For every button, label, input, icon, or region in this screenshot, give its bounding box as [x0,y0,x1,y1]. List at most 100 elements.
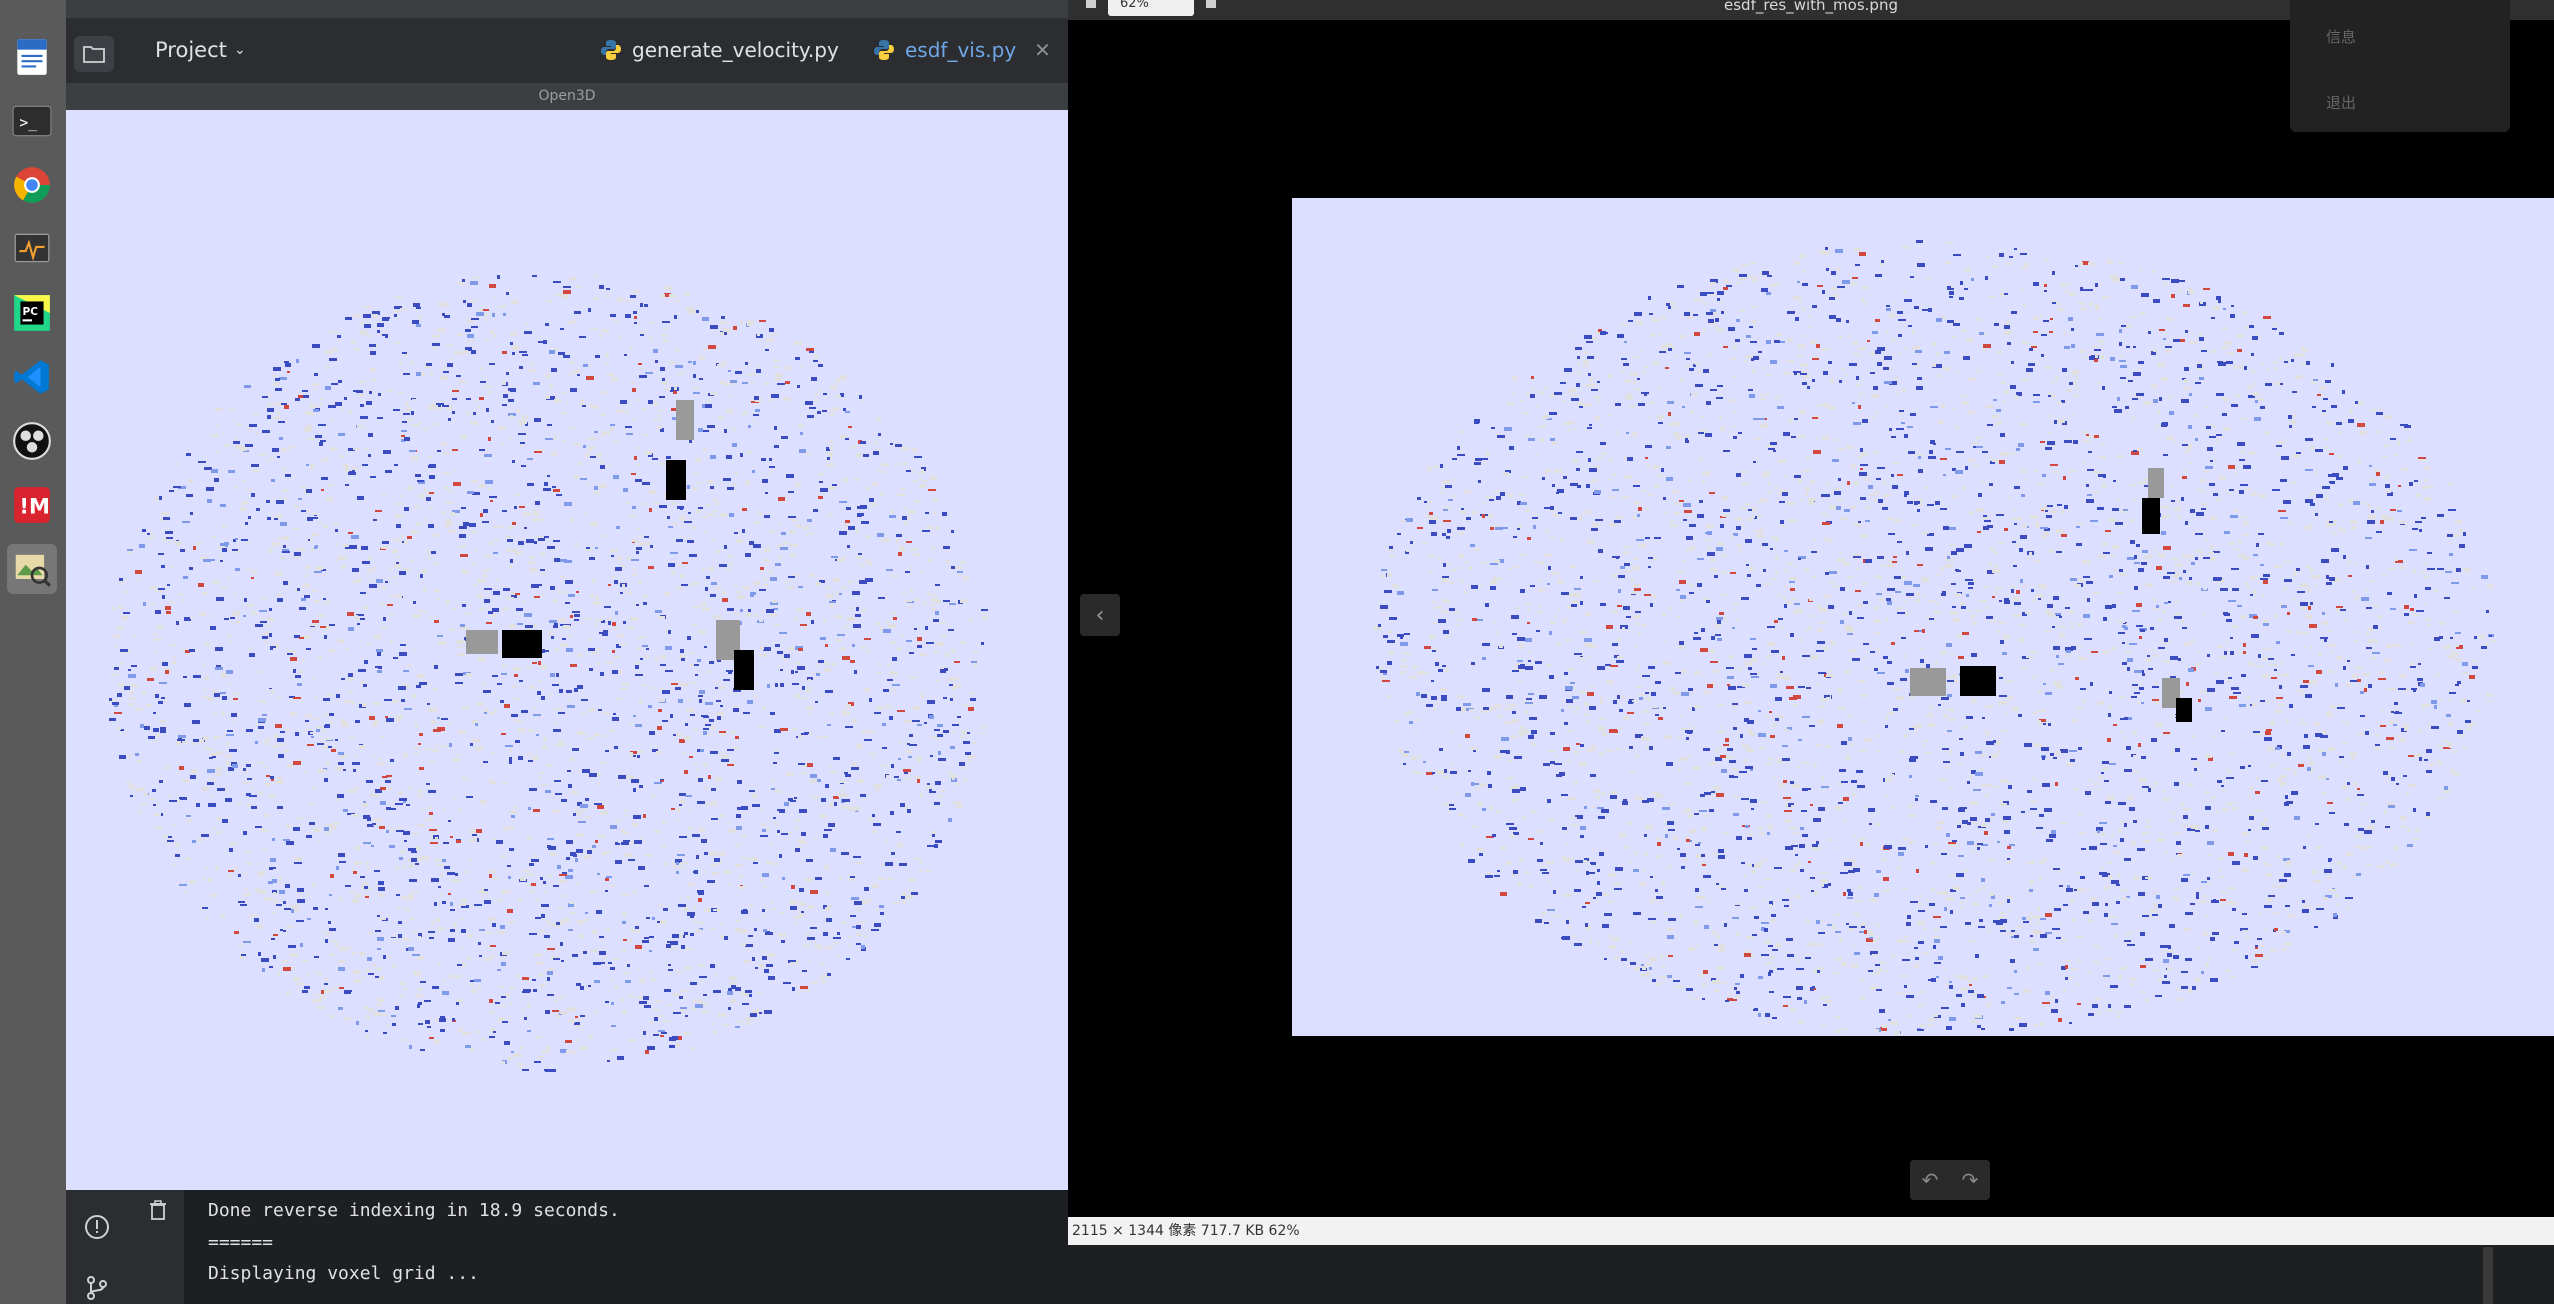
voxel [710,1023,715,1025]
voxel [2210,557,2215,561]
voxel [608,621,611,625]
chevron-down-icon[interactable]: ⌄ [234,42,246,58]
voxel [407,418,413,421]
voxel [531,859,539,862]
mendeley-icon[interactable]: !M [7,480,57,530]
voxel [497,683,502,685]
voxel [501,996,506,998]
voxel [927,783,930,785]
obs-icon[interactable] [7,416,57,466]
git-branch-icon[interactable] [84,1274,110,1300]
voxel [501,1061,505,1064]
voxel [345,648,349,650]
voxel [679,996,683,999]
voxel [709,719,714,722]
chrome-icon[interactable] [7,160,57,210]
voxel [517,728,525,732]
voxel [191,769,198,773]
voxel [394,582,397,585]
voxel [2038,598,2041,600]
system-monitor-icon[interactable] [7,224,57,274]
voxel [433,562,439,565]
voxel [642,940,649,943]
voxel [800,697,808,699]
voxel [367,957,372,961]
voxel [1835,488,1840,490]
image-viewer-icon[interactable] [7,544,57,594]
voxel [1599,752,1604,756]
project-view-button[interactable] [74,36,114,72]
voxel [827,724,831,726]
voxel [442,901,446,904]
voxel [332,822,339,825]
open3d-voxel-canvas[interactable] [66,110,1068,1190]
voxel [721,733,725,736]
voxel [1624,845,1628,849]
voxel [658,709,662,712]
voxel [207,769,215,773]
vscode-icon[interactable] [7,352,57,402]
voxel [374,870,380,872]
voxel [1732,705,1737,707]
voxel [1740,734,1743,738]
trash-icon[interactable] [146,1198,170,1222]
voxel [488,437,491,441]
voxel [387,604,393,606]
voxel [395,803,403,805]
voxel [489,391,492,394]
voxel [530,890,535,893]
voxel [711,539,715,542]
voxel [1908,325,1912,327]
pycharm-icon[interactable]: PC [7,288,57,338]
close-icon[interactable]: ✕ [1034,38,1051,62]
voxel [503,588,510,591]
voxel [726,455,732,459]
voxel [592,579,596,583]
menu-item-quit[interactable]: 退出 [2326,92,2356,113]
voxel [282,960,288,962]
voxel [612,670,618,674]
voxel [522,354,528,356]
tab-esdf-vis[interactable]: esdf_vis.py ✕ [873,38,1051,62]
problems-icon[interactable] [84,1214,110,1240]
voxel [2448,722,2453,726]
terminal-icon[interactable]: >_ [7,96,57,146]
voxel [588,985,591,987]
voxel [1621,496,1629,499]
voxel [1878,499,1883,503]
voxel [683,1032,691,1035]
voxel [2194,768,2197,771]
voxel [492,608,499,612]
voxel [758,726,766,728]
voxel [512,460,515,463]
menu-item-info[interactable]: 信息 [2326,26,2356,47]
voxel [2237,540,2242,543]
voxel [1594,396,1601,399]
voxel [754,928,757,931]
voxel [825,907,830,911]
voxel [366,643,371,645]
voxel [1479,853,1483,856]
voxel [518,756,523,760]
voxel [340,409,345,411]
voxel [687,540,694,543]
project-dropdown[interactable]: Project [155,38,227,62]
voxel [1774,867,1782,869]
voxel [676,539,683,542]
voxel [736,591,742,593]
voxel [312,677,315,679]
voxel [730,982,737,984]
voxel [400,644,406,646]
voxel [2275,453,2281,455]
document-icon[interactable] [7,32,57,82]
tab-generate-velocity[interactable]: generate_velocity.py [600,38,839,62]
voxel [325,386,331,390]
voxel [211,893,217,897]
voxel [388,389,393,392]
voxel [649,687,657,689]
voxel [559,576,565,578]
voxel [710,486,714,489]
voxel [541,696,545,700]
voxel [520,877,526,881]
voxel [670,948,676,950]
